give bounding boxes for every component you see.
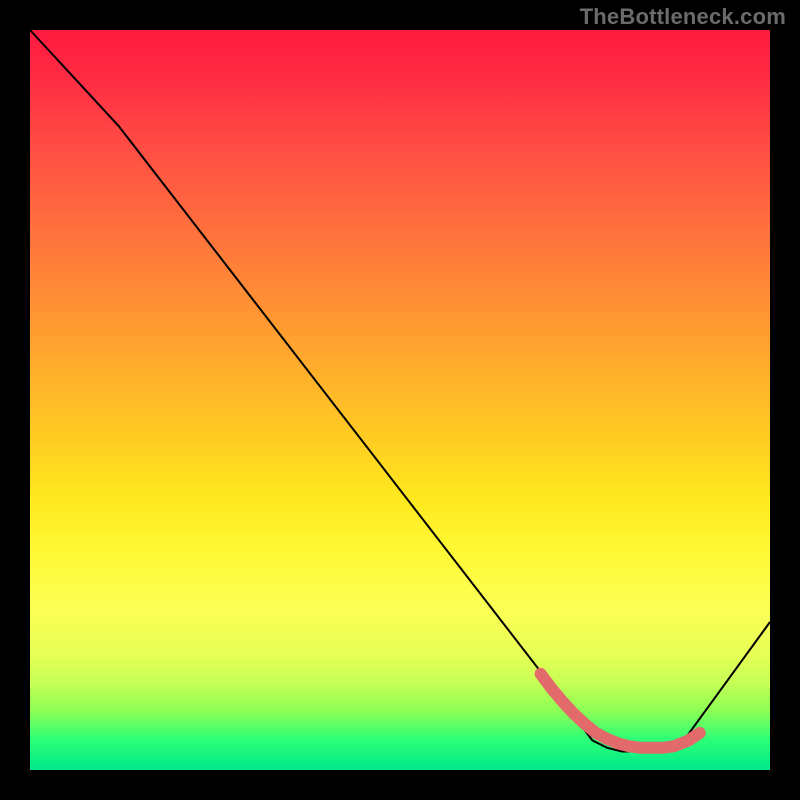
highlight-dot	[683, 734, 695, 746]
watermark-text: TheBottleneck.com	[580, 4, 786, 30]
plot-area	[30, 30, 770, 770]
curve-path	[30, 30, 770, 752]
curve-layer	[30, 30, 770, 770]
highlight-band-path	[541, 674, 700, 748]
line-series	[30, 30, 770, 752]
chart-frame: TheBottleneck.com	[0, 0, 800, 800]
highlight-dot	[694, 727, 706, 739]
marker-series	[541, 674, 706, 748]
